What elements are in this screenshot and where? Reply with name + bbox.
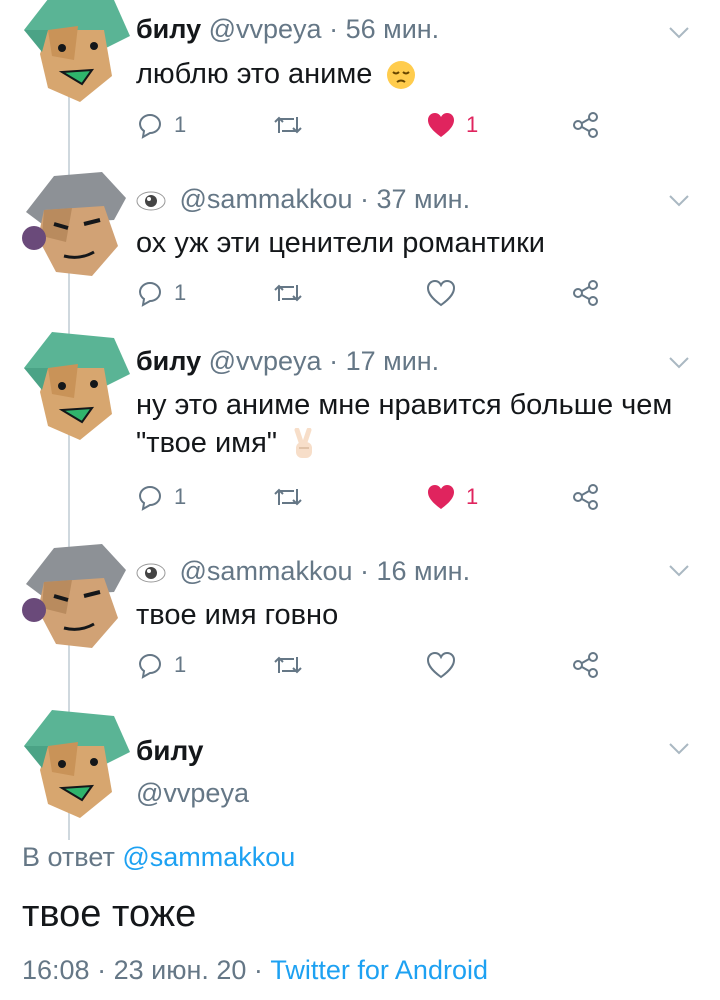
retweet-action[interactable] (272, 108, 304, 142)
retweet-action[interactable] (272, 276, 304, 310)
caret-down-icon[interactable] (668, 194, 690, 208)
like-count: 1 (466, 484, 479, 509)
main-tweet-text: твое тоже (22, 893, 197, 935)
reply-icon[interactable] (136, 111, 164, 139)
separator: · (360, 184, 377, 214)
reply-count: 1 (174, 652, 187, 677)
reply-icon[interactable] (136, 651, 164, 679)
tweet-time[interactable]: 16 мин. (377, 556, 471, 586)
eye-icon (136, 191, 166, 211)
like-action[interactable] (426, 648, 466, 682)
display-name[interactable]: билу (136, 346, 201, 376)
caret-down-icon[interactable] (668, 742, 690, 756)
avatar-vvpeya[interactable] (18, 706, 130, 818)
share-action[interactable] (572, 108, 600, 142)
tweet-timestamp[interactable]: 16:08 (22, 955, 90, 985)
tweet-text: твое имя говно (136, 596, 706, 634)
share-icon[interactable] (572, 651, 600, 679)
separator: · (329, 346, 346, 376)
tweet-actions: 1 (136, 276, 616, 310)
user-handle[interactable]: @vvpeya (209, 346, 322, 376)
main-user-handle[interactable]: @vvpeya (136, 778, 249, 809)
like-icon[interactable] (426, 279, 456, 307)
caret-down-icon[interactable] (668, 26, 690, 40)
tweet-actions: 1 1 (136, 108, 616, 142)
user-handle[interactable]: @vvpeya (209, 14, 322, 44)
tweet-text-content: твое имя говно (136, 599, 339, 631)
user-handle[interactable]: @sammakkou (180, 184, 353, 214)
pensive-face-icon (387, 61, 416, 90)
separator: · (329, 14, 346, 44)
separator: · (89, 955, 114, 985)
tweet-time[interactable]: 17 мин. (346, 346, 440, 376)
retweet-icon[interactable] (272, 483, 304, 511)
retweet-icon[interactable] (272, 279, 304, 307)
retweet-action[interactable] (272, 648, 304, 682)
share-action[interactable] (572, 276, 600, 310)
reply-prefix: В ответ (22, 842, 115, 872)
tweet-header: билу @vvpeya · 17 мин. (136, 346, 439, 377)
reply-action[interactable]: 1 (136, 108, 186, 142)
share-action[interactable] (572, 648, 600, 682)
separator: · (246, 955, 271, 985)
retweet-icon[interactable] (272, 111, 304, 139)
reply-to-link[interactable]: @sammakkou (122, 842, 295, 872)
avatar-vvpeya[interactable] (18, 328, 130, 440)
caret-down-icon[interactable] (668, 564, 690, 578)
separator: · (360, 556, 377, 586)
tweet-header: @sammakkou · 16 мин. (136, 556, 470, 587)
like-icon[interactable] (426, 651, 456, 679)
share-icon[interactable] (572, 483, 600, 511)
reply-count: 1 (174, 484, 187, 509)
tweet-time[interactable]: 37 мин. (377, 184, 471, 214)
victory-hand-icon (294, 428, 313, 459)
display-name[interactable]: билу (136, 14, 201, 44)
share-icon[interactable] (572, 279, 600, 307)
tweet-header: билу @vvpeya · 56 мин. (136, 14, 439, 45)
share-action[interactable] (572, 480, 600, 514)
like-icon[interactable] (426, 483, 456, 511)
reply-count: 1 (174, 280, 187, 305)
tweet-time[interactable]: 56 мин. (346, 14, 440, 44)
like-action[interactable]: 1 (426, 480, 478, 514)
retweet-action[interactable] (272, 480, 304, 514)
reply-icon[interactable] (136, 279, 164, 307)
caret-down-icon[interactable] (668, 356, 690, 370)
tweet-text: ну это аниме мне нравится больше чем "тв… (136, 386, 706, 462)
tweet-header: @sammakkou · 37 мин. (136, 184, 470, 215)
reply-action[interactable]: 1 (136, 648, 186, 682)
reply-action[interactable]: 1 (136, 480, 186, 514)
reply-action[interactable]: 1 (136, 276, 186, 310)
reply-count: 1 (174, 112, 187, 137)
tweet-text-content: ох уж эти ценители романтики (136, 227, 545, 259)
share-icon[interactable] (572, 111, 600, 139)
avatar-sammakkou[interactable] (18, 168, 130, 280)
tweet-source-link[interactable]: Twitter for Android (270, 955, 488, 985)
like-action[interactable] (426, 276, 466, 310)
main-display-name[interactable]: билу (136, 735, 204, 767)
reply-context: В ответ @sammakkou (22, 842, 295, 873)
reply-icon[interactable] (136, 483, 164, 511)
tweet-actions: 1 1 (136, 480, 616, 514)
like-count: 1 (466, 112, 479, 137)
tweet-text: люблю это аниме (136, 55, 706, 93)
like-action[interactable]: 1 (426, 108, 478, 142)
retweet-icon[interactable] (272, 651, 304, 679)
tweet-date[interactable]: 23 июн. 20 (114, 955, 247, 985)
tweet-metadata: 16:08 · 23 июн. 20 · Twitter for Android (22, 955, 488, 986)
eye-icon (136, 563, 166, 583)
avatar-vvpeya[interactable] (18, 0, 130, 102)
like-icon[interactable] (426, 111, 456, 139)
tweet-text: ох уж эти ценители романтики (136, 224, 706, 262)
user-handle[interactable]: @sammakkou (180, 556, 353, 586)
avatar-sammakkou[interactable] (18, 540, 130, 652)
tweet-text-content: люблю это аниме (136, 58, 373, 90)
tweet-text-content: ну это аниме мне нравится больше чем "тв… (136, 389, 673, 459)
tweet-actions: 1 (136, 648, 616, 682)
